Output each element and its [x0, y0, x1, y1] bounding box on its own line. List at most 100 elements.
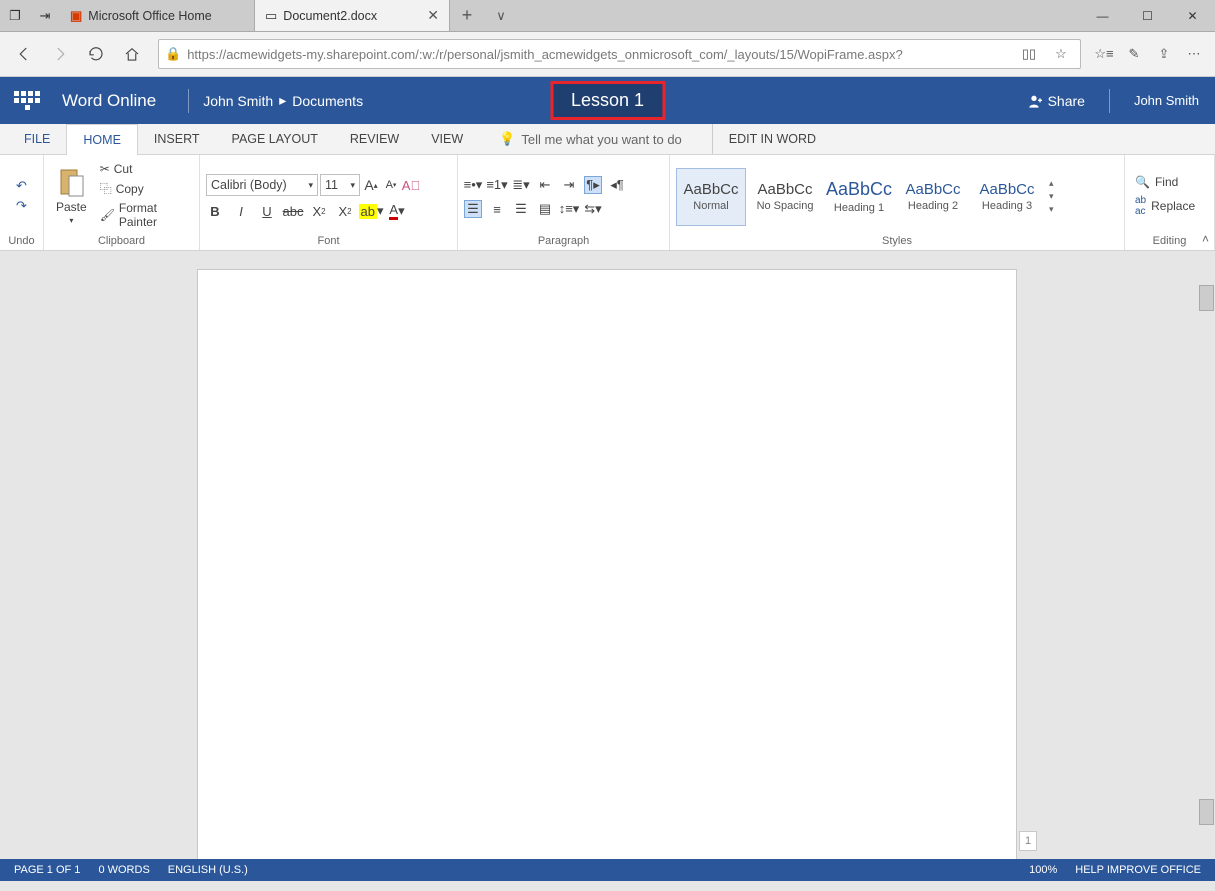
collapse-ribbon-icon[interactable]: ˄ [1202, 232, 1209, 246]
app-launcher-icon[interactable] [12, 86, 42, 116]
forward-button[interactable] [44, 38, 76, 70]
tab-home[interactable]: HOME [66, 124, 138, 155]
replace-button[interactable]: abacReplace [1131, 193, 1208, 219]
format-painter-button[interactable]: 🖌Format Painter [97, 200, 193, 230]
align-right-icon[interactable]: ☰ [512, 200, 530, 218]
numbering-icon[interactable]: ≡1▾ [488, 176, 506, 194]
user-name[interactable]: John Smith [1134, 93, 1199, 108]
tell-me-search[interactable]: 💡 Tell me what you want to do [479, 124, 682, 154]
ltr-icon[interactable]: ¶▸ [584, 176, 602, 194]
document-icon: ▭ [265, 8, 277, 24]
reading-view-icon[interactable]: ▯▯ [1016, 40, 1042, 68]
copy-button[interactable]: ⿻Copy [97, 179, 193, 198]
font-size-select[interactable]: 11▾ [320, 174, 360, 196]
home-button[interactable] [116, 38, 148, 70]
styles-more-icon[interactable]: ▴▾▾ [1046, 178, 1057, 215]
cut-button[interactable]: ✂Cut [97, 161, 193, 177]
new-tab-button[interactable]: + [450, 0, 484, 31]
font-color-icon[interactable]: A▾ [388, 202, 406, 220]
font-name-select[interactable]: Calibri (Body)▾ [206, 174, 318, 196]
share-person-icon [1028, 93, 1044, 109]
ribbon: ↶ ↷ Undo Paste ▾ ✂Cut ⿻Copy 🖌Format Pain… [0, 155, 1215, 251]
tab-insert[interactable]: INSERT [138, 124, 216, 154]
special-indent-icon[interactable]: ⇆▾ [584, 200, 602, 218]
refresh-button[interactable] [80, 38, 112, 70]
line-spacing-icon[interactable]: ↕≡▾ [560, 200, 578, 218]
scrollbar-thumb[interactable] [1199, 285, 1214, 311]
bold-icon[interactable]: B [206, 202, 224, 220]
back-button[interactable] [8, 38, 40, 70]
lock-icon: 🔒 [165, 46, 181, 62]
tab-review[interactable]: REVIEW [334, 124, 415, 154]
status-page[interactable]: PAGE 1 OF 1 [14, 864, 80, 876]
notes-icon[interactable]: ✎ [1121, 40, 1147, 68]
find-button[interactable]: 🔍Find [1131, 173, 1208, 191]
edit-in-word-link[interactable]: EDIT IN WORD [712, 124, 832, 154]
address-bar[interactable]: 🔒 ▯▯ ☆ [158, 39, 1081, 69]
grow-font-icon[interactable]: A▴ [362, 176, 380, 194]
close-tab-icon[interactable]: ✕ [427, 7, 439, 24]
group-clipboard-label: Clipboard [50, 233, 193, 250]
redo-icon[interactable]: ↷ [13, 197, 31, 215]
document-title[interactable]: Lesson 1 [550, 81, 665, 120]
paste-button[interactable]: Paste ▾ [50, 158, 93, 233]
style-no-spacing[interactable]: AaBbCcNo Spacing [750, 168, 820, 226]
italic-icon[interactable]: I [232, 202, 250, 220]
window-maximize-button[interactable]: ☐ [1125, 0, 1170, 31]
tab-view[interactable]: VIEW [415, 124, 479, 154]
style-heading-1[interactable]: AaBbCcHeading 1 [824, 168, 894, 226]
multilevel-list-icon[interactable]: ≣▾ [512, 176, 530, 194]
status-zoom[interactable]: 100% [1029, 864, 1057, 876]
highlight-icon[interactable]: ab▾ [362, 202, 380, 220]
shrink-font-icon[interactable]: A▾ [382, 176, 400, 194]
underline-icon[interactable]: U [258, 202, 276, 220]
style-normal[interactable]: AaBbCcNormal [676, 168, 746, 226]
group-styles-label: Styles [676, 233, 1118, 250]
tab-page-layout[interactable]: PAGE LAYOUT [216, 124, 334, 154]
superscript-icon[interactable]: X2 [336, 202, 354, 220]
window-minimize-button[interactable]: — [1080, 0, 1125, 31]
document-page[interactable] [197, 269, 1017, 859]
strikethrough-icon[interactable]: abc [284, 202, 302, 220]
scrollbar-thumb[interactable] [1199, 799, 1214, 825]
style-heading-2[interactable]: AaBbCcHeading 2 [898, 168, 968, 226]
divider [1109, 89, 1110, 113]
bullets-icon[interactable]: ≡•▾ [464, 176, 482, 194]
subscript-icon[interactable]: X2 [310, 202, 328, 220]
tabs-overview-icon[interactable]: ❐ [0, 0, 30, 31]
align-left-icon[interactable]: ☰ [464, 200, 482, 218]
breadcrumb-location[interactable]: Documents [292, 93, 363, 109]
app-name[interactable]: Word Online [62, 91, 156, 111]
share-icon[interactable]: ⇪ [1151, 40, 1177, 68]
replace-icon: abac [1135, 195, 1146, 217]
tabs-aside-icon[interactable]: ⇥ [30, 0, 60, 31]
decrease-indent-icon[interactable]: ⇤ [536, 176, 554, 194]
window-close-button[interactable]: ✕ [1170, 0, 1215, 31]
copy-icon: ⿻ [100, 180, 112, 197]
share-button[interactable]: Share [1028, 93, 1085, 109]
browser-tab[interactable]: ▭ Document2.docx ✕ [255, 0, 450, 31]
browser-tab-strip: ❐ ⇥ ▣ Microsoft Office Home ▭ Document2.… [0, 0, 1215, 32]
status-help-improve[interactable]: HELP IMPROVE OFFICE [1075, 864, 1201, 876]
group-editing-label: Editing [1131, 233, 1208, 250]
clear-formatting-icon[interactable]: A⃠ [402, 176, 420, 194]
status-language[interactable]: ENGLISH (U.S.) [168, 864, 248, 876]
url-input[interactable] [187, 47, 1010, 62]
favorites-icon[interactable]: ☆≡ [1091, 40, 1117, 68]
favorite-star-icon[interactable]: ☆ [1048, 40, 1074, 68]
browser-tab[interactable]: ▣ Microsoft Office Home [60, 0, 255, 31]
lightbulb-icon: 💡 [499, 131, 515, 147]
increase-indent-icon[interactable]: ⇥ [560, 176, 578, 194]
document-canvas[interactable]: 1 [0, 251, 1215, 859]
more-icon[interactable]: ⋯ [1181, 40, 1207, 68]
undo-icon[interactable]: ↶ [13, 177, 31, 195]
justify-icon[interactable]: ▤ [536, 200, 554, 218]
app-header: Word Online John Smith ▸ Documents Lesso… [0, 77, 1215, 124]
align-center-icon[interactable]: ≡ [488, 200, 506, 218]
rtl-icon[interactable]: ◂¶ [608, 176, 626, 194]
breadcrumb-user[interactable]: John Smith [203, 93, 273, 109]
style-heading-3[interactable]: AaBbCcHeading 3 [972, 168, 1042, 226]
tab-file[interactable]: FILE [8, 124, 66, 154]
status-words[interactable]: 0 WORDS [98, 864, 149, 876]
tab-menu-icon[interactable]: ∨ [484, 0, 518, 31]
